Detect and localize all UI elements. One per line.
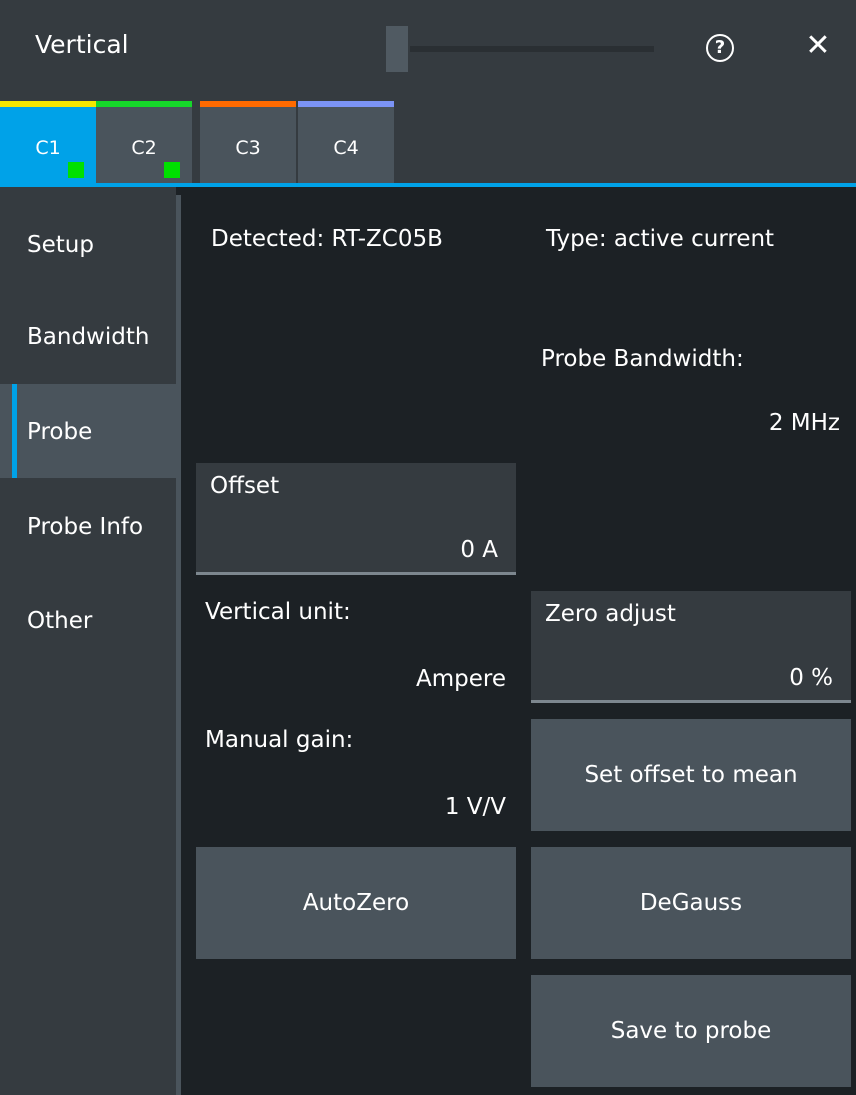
probe-type-text: Type: active current [546,226,775,252]
active-indicator [12,384,17,478]
manual-gain-value[interactable]: 1 V/V [445,794,506,820]
tab-c2[interactable]: C2 [96,101,192,184]
autozero-button[interactable]: AutoZero [196,847,516,959]
set-offset-to-mean-button[interactable]: Set offset to mean [531,719,851,831]
sidebar-item-label: Bandwidth [27,324,150,350]
manual-gain-label: Manual gain: [205,727,354,753]
zero-adjust-label: Zero adjust [545,601,676,627]
sidebar-item-label: Probe [27,419,93,445]
offset-value: 0 A [460,537,498,563]
channel-tab-strip: C1 C2 C3 C4 [0,101,856,186]
sidebar-divider [176,195,181,1095]
sidebar-item-other[interactable]: Other [0,573,176,667]
vertical-unit-label: Vertical unit: [205,599,351,625]
zero-adjust-value: 0 % [789,665,833,691]
transparency-slider-handle[interactable] [386,26,408,72]
sidebar-item-bandwidth[interactable]: Bandwidth [0,289,176,383]
channel-color-bar [200,101,296,107]
tab-label: C2 [131,137,157,159]
tab-c3[interactable]: C3 [200,101,296,184]
probe-bandwidth-value: 2 MHz [768,410,840,436]
field-underline [196,572,516,575]
degauss-button[interactable]: DeGauss [531,847,851,959]
sidebar-item-label: Setup [27,232,94,258]
tab-c1[interactable]: C1 [0,101,96,184]
vertical-unit-value[interactable]: Ampere [416,666,506,692]
zero-adjust-field[interactable]: Zero adjust 0 % [531,591,851,703]
sidebar: Setup Bandwidth Probe Probe Info Other [0,187,176,1095]
tab-label: C3 [235,137,261,159]
tab-c4[interactable]: C4 [298,101,394,184]
dialog-title: Vertical [35,30,129,59]
probe-bandwidth-label: Probe Bandwidth: [541,346,744,372]
title-bar: Vertical ? ✕ [0,0,856,101]
channel-color-bar [298,101,394,107]
offset-label: Offset [210,473,280,499]
close-icon[interactable]: ✕ [800,28,836,64]
channel-color-bar [96,101,192,107]
offset-field[interactable]: Offset 0 A [196,463,516,575]
vertical-dialog: Vertical ? ✕ C1 C2 C3 C4 Setup Bandwidth… [0,0,856,1095]
tab-label: C1 [35,137,61,159]
sidebar-item-setup[interactable]: Setup [0,197,176,291]
tab-label: C4 [333,137,359,159]
transparency-slider-track[interactable] [410,46,654,52]
sidebar-item-label: Other [27,608,93,634]
sidebar-item-probe-info[interactable]: Probe Info [0,479,176,573]
detected-probe-text: Detected: RT-ZC05B [211,226,443,252]
sidebar-item-label: Probe Info [27,514,144,540]
channel-color-bar [0,101,96,107]
channel-on-indicator [68,162,84,178]
question-circle-icon[interactable]: ? [706,34,734,62]
field-underline [531,700,851,703]
save-to-probe-button[interactable]: Save to probe [531,975,851,1087]
channel-on-indicator [164,162,180,178]
sidebar-item-probe[interactable]: Probe [0,384,176,478]
